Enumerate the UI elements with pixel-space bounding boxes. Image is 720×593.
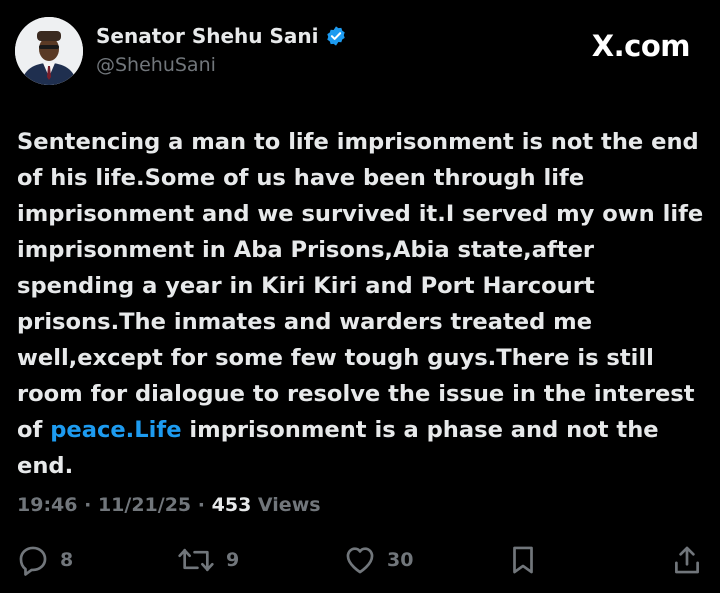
author-handle[interactable]: @ShehuSani bbox=[96, 54, 347, 76]
post-text-part: Sentencing a man to life imprisonment is… bbox=[17, 129, 704, 443]
meta-separator: · bbox=[84, 494, 92, 516]
meta-separator: · bbox=[197, 494, 205, 516]
verified-badge-icon bbox=[325, 25, 347, 47]
reply-button[interactable]: 8 bbox=[16, 543, 73, 577]
post-link[interactable]: peace.Life bbox=[50, 417, 181, 443]
post-meta: 19:46 · 11/21/25 · 453 Views bbox=[17, 494, 321, 516]
like-count: 30 bbox=[387, 549, 414, 571]
share-icon bbox=[670, 543, 704, 577]
like-button[interactable]: 30 bbox=[343, 543, 413, 577]
post-time[interactable]: 19:46 bbox=[17, 494, 77, 516]
bookmark-icon bbox=[506, 543, 540, 577]
reply-icon bbox=[16, 543, 50, 577]
author-display-name[interactable]: Senator Shehu Sani bbox=[96, 24, 318, 48]
avatar-image bbox=[15, 17, 83, 85]
views-count: 453 bbox=[211, 494, 252, 516]
brand-logo: X.com bbox=[591, 29, 691, 63]
repost-icon bbox=[176, 543, 216, 577]
author-block: Senator Shehu Sani @ShehuSani bbox=[96, 24, 347, 76]
bookmark-button[interactable] bbox=[506, 543, 540, 577]
post-text: Sentencing a man to life imprisonment is… bbox=[17, 124, 712, 484]
views-label: Views bbox=[257, 494, 321, 516]
post-date[interactable]: 11/21/25 bbox=[98, 494, 191, 516]
action-bar: 8 9 30 bbox=[0, 543, 720, 583]
share-button[interactable] bbox=[670, 543, 704, 577]
repost-button[interactable]: 9 bbox=[176, 543, 239, 577]
heart-icon bbox=[343, 543, 377, 577]
avatar[interactable] bbox=[15, 17, 83, 85]
reply-count: 8 bbox=[60, 549, 74, 571]
repost-count: 9 bbox=[226, 549, 240, 571]
